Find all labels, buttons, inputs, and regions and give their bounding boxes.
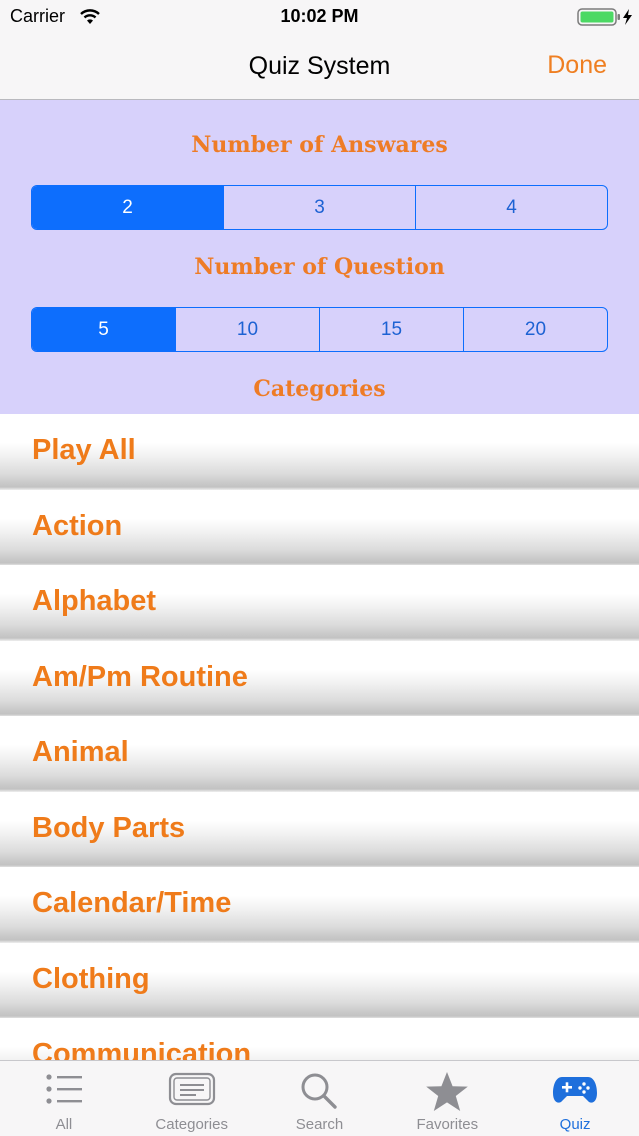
category-row-action[interactable]: Action	[0, 490, 639, 566]
category-label: Action	[32, 510, 123, 542]
category-list[interactable]: Play All Action Alphabet Am/Pm Routine A…	[0, 414, 639, 1060]
tab-categories[interactable]: Categories	[128, 1061, 256, 1136]
category-row-clothing[interactable]: Clothing	[0, 943, 639, 1019]
question-option-5[interactable]: 5	[32, 308, 175, 351]
category-row-alphabet[interactable]: Alphabet	[0, 565, 639, 641]
category-label: Alphabet	[32, 585, 157, 617]
navigation-bar: Quiz System Done	[0, 40, 639, 100]
page-title: Quiz System	[248, 52, 391, 80]
answers-option-3[interactable]: 3	[223, 186, 415, 229]
question-option-20[interactable]: 20	[463, 308, 607, 351]
tab-label: Categories	[155, 1116, 228, 1133]
category-label: Animal	[32, 736, 129, 768]
category-label: Clothing	[32, 963, 150, 995]
question-option-10[interactable]: 10	[175, 308, 319, 351]
list-icon	[44, 1071, 84, 1112]
search-icon	[299, 1071, 339, 1116]
category-row-play-all[interactable]: Play All	[0, 414, 639, 490]
answers-option-2[interactable]: 2	[32, 186, 223, 229]
tab-bar: All Categories Search Favorites Quiz	[0, 1060, 639, 1136]
tab-search[interactable]: Search	[256, 1061, 384, 1136]
categories-title: Categories	[253, 376, 386, 402]
question-count-title: Number of Question	[194, 254, 445, 280]
question-count-segmented-control: 5 10 15 20	[31, 307, 608, 352]
category-row-calendar-time[interactable]: Calendar/Time	[0, 867, 639, 943]
category-row-communication[interactable]: Communication	[0, 1018, 639, 1060]
category-label: Am/Pm Routine	[32, 661, 248, 693]
category-row-body-parts[interactable]: Body Parts	[0, 792, 639, 868]
tab-quiz[interactable]: Quiz	[511, 1061, 639, 1136]
status-bar: Carrier 10:02 PM	[0, 0, 639, 40]
category-row-am-pm-routine[interactable]: Am/Pm Routine	[0, 641, 639, 717]
answers-count-title: Number of Answares	[191, 132, 448, 158]
star-icon	[425, 1071, 469, 1118]
category-label: Communication	[32, 1038, 252, 1060]
tab-label: All	[55, 1116, 73, 1133]
category-label: Play All	[32, 434, 136, 466]
done-button[interactable]: Done	[547, 51, 607, 80]
tab-label: Quiz	[559, 1116, 591, 1133]
categories-icon	[168, 1071, 216, 1112]
battery-icon	[577, 7, 635, 32]
question-option-15[interactable]: 15	[319, 308, 463, 351]
tab-favorites[interactable]: Favorites	[383, 1061, 511, 1136]
quiz-settings-panel: Number of Answares 2 3 4 Number of Quest…	[0, 100, 639, 414]
category-label: Calendar/Time	[32, 887, 232, 919]
tab-label: Favorites	[416, 1116, 479, 1133]
answers-count-segmented-control: 2 3 4	[31, 185, 608, 230]
category-row-animal[interactable]: Animal	[0, 716, 639, 792]
answers-option-4[interactable]: 4	[415, 186, 607, 229]
status-time: 10:02 PM	[280, 6, 359, 26]
gamepad-icon	[552, 1071, 598, 1112]
tab-label: Search	[295, 1116, 344, 1133]
tab-all[interactable]: All	[0, 1061, 128, 1136]
category-label: Body Parts	[32, 812, 186, 844]
